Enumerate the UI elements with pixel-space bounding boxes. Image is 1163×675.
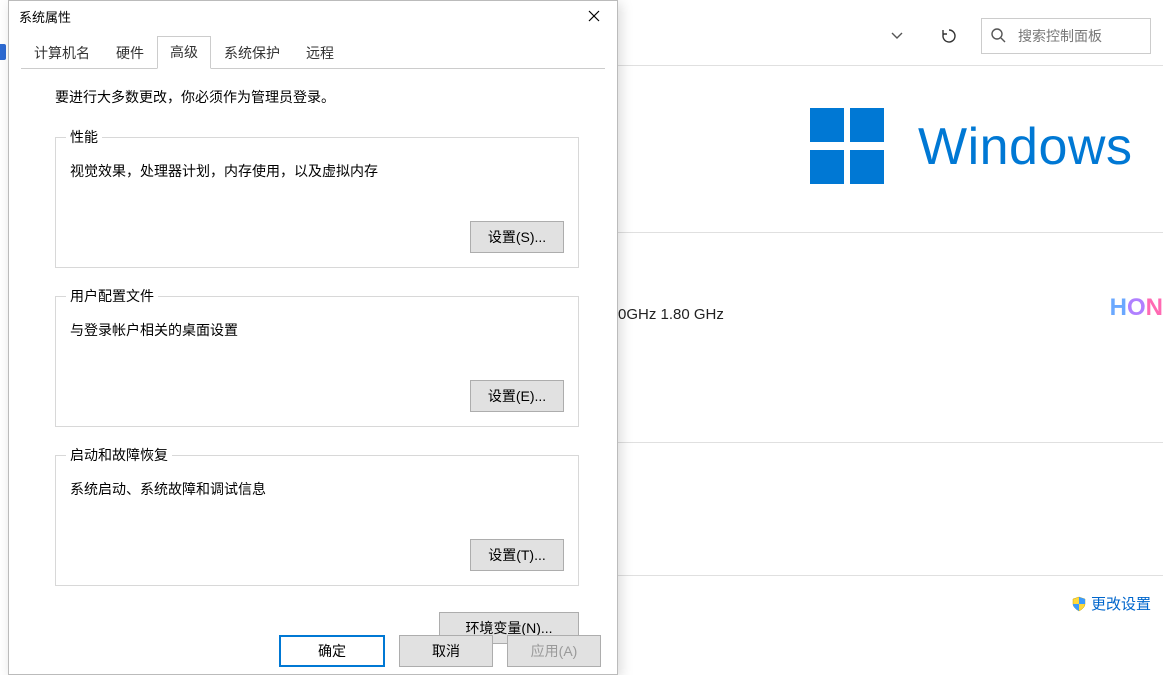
divider [618,65,1163,66]
startup-recovery-desc: 系统启动、系统故障和调试信息 [70,479,564,499]
search-input[interactable]: 搜索控制面板 [981,18,1151,54]
tab-system-protection[interactable]: 系统保护 [211,37,293,69]
divider [618,232,1163,233]
divider [618,442,1163,443]
tab-hardware[interactable]: 硬件 [103,37,157,69]
change-settings-link[interactable]: 更改设置 [1071,593,1151,614]
user-profile-legend: 用户配置文件 [66,286,158,306]
tab-panel-advanced: 要进行大多数更改，你必须作为管理员登录。 性能 视觉效果，处理器计划，内存使用，… [21,69,605,612]
divider [618,575,1163,576]
tab-advanced[interactable]: 高级 [157,36,211,69]
windows-logo-block: Windows [810,108,1132,186]
ok-button[interactable]: 确定 [279,635,385,667]
system-properties-dialog: 系统属性 计算机名 硬件 高级 系统保护 远程 要进行大多数更改，你必须作为管理… [8,0,618,675]
apply-button[interactable]: 应用(A) [507,635,601,667]
dialog-titlebar[interactable]: 系统属性 [9,1,617,31]
search-icon [990,27,1006,47]
performance-group: 性能 视觉效果，处理器计划，内存使用，以及虚拟内存 设置(S)... [55,127,579,268]
partial-icon [0,44,6,60]
shield-icon [1071,596,1087,612]
refresh-icon[interactable] [929,18,969,54]
dialog-title: 系统属性 [19,7,71,26]
close-button[interactable] [571,1,617,31]
tab-strip: 计算机名 硬件 高级 系统保护 远程 要进行大多数更改，你必须作为管理员登录。 … [21,39,605,668]
admin-message: 要进行大多数更改，你必须作为管理员登录。 [55,87,579,107]
startup-recovery-settings-button[interactable]: 设置(T)... [470,539,564,571]
performance-legend: 性能 [66,127,102,147]
performance-settings-button[interactable]: 设置(S)... [470,221,564,253]
search-placeholder: 搜索控制面板 [1018,26,1102,46]
tab-remote[interactable]: 远程 [293,37,347,69]
windows-text: Windows [918,117,1132,177]
change-settings-label: 更改设置 [1091,593,1151,614]
user-profile-group: 用户配置文件 与登录帐户相关的桌面设置 设置(E)... [55,286,579,427]
cancel-button[interactable]: 取消 [399,635,493,667]
history-dropdown-icon[interactable] [877,18,917,54]
cpu-info: 0GHz 1.80 GHz [618,306,724,323]
brand-text: HON [1110,294,1163,322]
tab-computer-name[interactable]: 计算机名 [21,37,103,69]
dialog-button-row: 确定 取消 应用(A) [9,628,617,674]
user-profile-desc: 与登录帐户相关的桌面设置 [70,320,564,340]
user-profile-settings-button[interactable]: 设置(E)... [470,380,564,412]
windows-logo-icon [810,108,888,186]
performance-desc: 视觉效果，处理器计划，内存使用，以及虚拟内存 [70,161,564,181]
startup-recovery-group: 启动和故障恢复 系统启动、系统故障和调试信息 设置(T)... [55,445,579,586]
address-toolbar: 搜索控制面板 [877,18,1163,54]
startup-recovery-legend: 启动和故障恢复 [66,445,172,465]
